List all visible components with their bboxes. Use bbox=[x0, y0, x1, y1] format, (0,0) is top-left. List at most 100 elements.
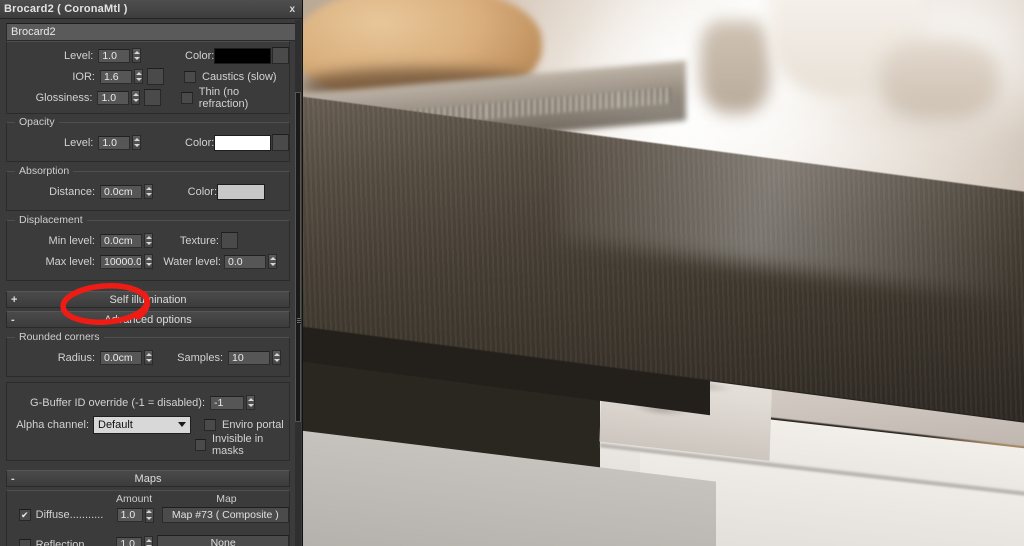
map-channel-label: Reflection........ bbox=[35, 539, 109, 546]
invisible-in-masks-checkbox[interactable] bbox=[195, 439, 206, 451]
displacement-group: Displacement Min level: 0.0cm Texture: M… bbox=[6, 214, 290, 281]
glossiness-value: 1.0 bbox=[101, 91, 117, 104]
thin-label: Thin (no refraction) bbox=[198, 85, 249, 110]
radius-spinner[interactable] bbox=[144, 350, 153, 365]
displacement-texture-mapslot[interactable] bbox=[221, 232, 238, 249]
opacity-group: Opacity Level: 1.0 Color: bbox=[6, 116, 290, 162]
gbuffer-label: G-Buffer ID override (-1 = disabled): bbox=[30, 396, 205, 409]
maps-row: Diffuse........... 1.0 Map #73 ( Composite… bbox=[7, 505, 289, 525]
maps-map-header: Map bbox=[216, 493, 237, 505]
panel-scrollbar[interactable] bbox=[295, 20, 301, 546]
ior-label: IOR: bbox=[72, 70, 95, 83]
opacity-level-value: 1.0 bbox=[102, 136, 117, 149]
map-amount-spinner[interactable] bbox=[144, 536, 154, 546]
caustics-checkbox[interactable] bbox=[184, 70, 196, 83]
map-slot-button[interactable]: None bbox=[157, 535, 289, 546]
maps-amount-header: Amount bbox=[116, 493, 153, 505]
rollout-scroll-area: Level: 1.0 Color: IOR: 1.6 Caustics (slo… bbox=[0, 41, 296, 546]
close-icon[interactable]: x bbox=[286, 4, 298, 15]
rounded-corners-group-title: Rounded corners bbox=[15, 331, 104, 343]
refraction-group: Level: 1.0 Color: IOR: 1.6 Caustics (slo… bbox=[6, 41, 290, 114]
blurred-object-right bbox=[880, 40, 1000, 120]
gbuffer-spinner[interactable] bbox=[246, 395, 255, 410]
absorption-distance-input[interactable]: 0.0cm bbox=[100, 184, 142, 199]
maps-rows-container: Diffuse........... 1.0 Map #73 ( Composite… bbox=[7, 505, 289, 546]
opacity-color-swatch[interactable] bbox=[214, 134, 272, 151]
rollout-maps[interactable]: - Maps bbox=[6, 470, 290, 487]
map-enable-checkbox[interactable] bbox=[19, 539, 31, 546]
samples-input[interactable]: 10 bbox=[228, 350, 270, 365]
radius-label: Radius: bbox=[57, 351, 95, 364]
map-amount-input[interactable]: 1.0 bbox=[116, 508, 143, 522]
material-editor-panel: Brocard2 ( CoronaMtl ) x Brocard2 Level:… bbox=[0, 0, 303, 546]
glossiness-spinner[interactable] bbox=[131, 90, 141, 105]
level-spinner[interactable] bbox=[132, 48, 142, 63]
alpha-channel-label: Alpha channel: bbox=[16, 418, 89, 431]
level-label: Level: bbox=[63, 49, 94, 62]
screenshot-root: Brocard2 ( CoronaMtl ) x Brocard2 Level:… bbox=[0, 0, 1024, 546]
material-name-value: Brocard2 bbox=[11, 26, 56, 38]
opacity-level-label: Level: bbox=[63, 136, 94, 149]
maps-group: Amount Map Diffuse........... 1.0 Map #73 … bbox=[6, 490, 290, 546]
samples-label: Samples: bbox=[177, 351, 223, 364]
rollout-advanced-options[interactable]: - Advanced options bbox=[6, 311, 290, 328]
gbuffer-input[interactable]: -1 bbox=[210, 395, 244, 410]
refraction-color-swatch[interactable] bbox=[214, 47, 272, 64]
refraction-color-mapslot[interactable] bbox=[272, 47, 289, 64]
displacement-max-value: 10000.0 bbox=[104, 255, 141, 268]
displacement-max-input[interactable]: 10000.0 bbox=[100, 254, 142, 269]
thin-checkbox[interactable] bbox=[181, 91, 193, 104]
absorption-color-label: Color: bbox=[187, 185, 217, 198]
displacement-min-value: 0.0cm bbox=[104, 234, 133, 247]
absorption-color-swatch[interactable] bbox=[217, 183, 265, 200]
opacity-level-spinner[interactable] bbox=[132, 135, 142, 150]
absorption-group: Absorption Distance: 0.0cm Color: bbox=[6, 165, 290, 211]
glossiness-input[interactable]: 1.0 bbox=[97, 90, 130, 105]
glossiness-mapslot[interactable] bbox=[144, 89, 162, 106]
map-amount-spinner[interactable] bbox=[144, 507, 154, 523]
displacement-water-input[interactable]: 0.0 bbox=[224, 254, 266, 269]
ior-mapslot[interactable] bbox=[147, 68, 164, 85]
displacement-max-label: Max level: bbox=[45, 255, 95, 268]
advanced-options-group: G-Buffer ID override (-1 = disabled): -1… bbox=[6, 382, 290, 461]
blurred-object-left bbox=[700, 20, 770, 115]
level-input[interactable]: 1.0 bbox=[98, 48, 131, 63]
opacity-color-mapslot[interactable] bbox=[272, 134, 289, 151]
rollout-self-illumination-sign: + bbox=[11, 293, 18, 306]
map-slot-button[interactable]: Map #73 ( Composite ) bbox=[161, 507, 289, 523]
window-titlebar[interactable]: Brocard2 ( CoronaMtl ) x bbox=[0, 0, 302, 19]
map-enable-checkbox[interactable] bbox=[19, 509, 31, 521]
displacement-min-label: Min level: bbox=[48, 234, 95, 247]
maps-header-row: Amount Map bbox=[7, 493, 289, 505]
radius-input[interactable]: 0.0cm bbox=[100, 350, 142, 365]
map-channel-label: Diffuse........... bbox=[35, 509, 104, 521]
ior-input[interactable]: 1.6 bbox=[100, 69, 132, 84]
enviro-portal-label: Enviro portal bbox=[222, 418, 284, 431]
maps-row: Reflection........ 1.0 None bbox=[7, 525, 289, 546]
window-title: Brocard2 ( CoronaMtl ) bbox=[4, 3, 128, 15]
refraction-color-label: Color: bbox=[185, 49, 215, 62]
absorption-group-title: Absorption bbox=[15, 165, 74, 177]
displacement-min-input[interactable]: 0.0cm bbox=[100, 233, 142, 248]
samples-spinner[interactable] bbox=[272, 350, 281, 365]
displacement-max-spinner[interactable] bbox=[144, 254, 153, 269]
alpha-channel-dropdown[interactable]: Default bbox=[93, 415, 191, 434]
enviro-portal-checkbox[interactable] bbox=[204, 418, 216, 431]
alpha-channel-value: Default bbox=[98, 418, 133, 431]
absorption-distance-value: 0.0cm bbox=[104, 185, 133, 198]
absorption-distance-spinner[interactable] bbox=[144, 184, 153, 199]
map-slot-label: None bbox=[210, 537, 236, 546]
rollout-self-illumination[interactable]: + Self illumination bbox=[6, 291, 290, 308]
rollout-advanced-options-sign: - bbox=[11, 313, 15, 326]
displacement-min-spinner[interactable] bbox=[144, 233, 153, 248]
opacity-level-input[interactable]: 1.0 bbox=[98, 135, 131, 150]
material-name-input[interactable]: Brocard2 bbox=[6, 23, 296, 41]
displacement-water-value: 0.0 bbox=[228, 255, 243, 268]
scrollbar-grip bbox=[297, 318, 301, 324]
displacement-water-spinner[interactable] bbox=[268, 254, 277, 269]
rollout-maps-sign: - bbox=[11, 472, 15, 485]
map-amount-input[interactable]: 1.0 bbox=[116, 536, 143, 546]
scrollbar-thumb[interactable] bbox=[295, 92, 301, 422]
ior-spinner[interactable] bbox=[134, 69, 143, 84]
invisible-in-masks-label: Invisible in masks bbox=[211, 433, 264, 457]
